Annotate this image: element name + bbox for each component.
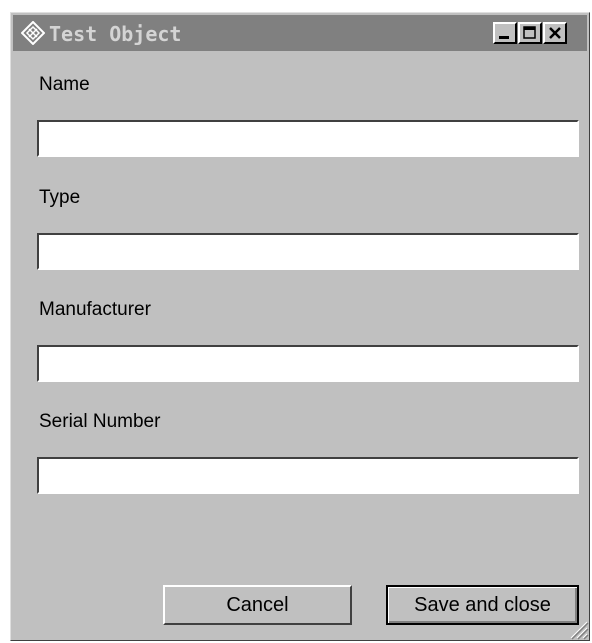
diamond-app-icon <box>21 21 45 45</box>
close-icon <box>549 27 561 39</box>
maximize-button[interactable] <box>518 22 542 44</box>
maximize-icon <box>523 26 536 39</box>
manufacturer-field[interactable] <box>37 345 579 382</box>
test-object-window: Test Object Name Type Manufacturer Seria… <box>10 12 590 641</box>
name-field[interactable] <box>37 120 579 157</box>
save-and-close-button[interactable]: Save and close <box>386 585 579 625</box>
minimize-icon <box>499 36 509 39</box>
window-title: Test Object <box>49 22 182 46</box>
title-bar[interactable]: Test Object <box>13 15 587 51</box>
type-label: Type <box>39 187 81 208</box>
minimize-button[interactable] <box>493 22 517 44</box>
serial-number-label: Serial Number <box>39 411 161 432</box>
type-field[interactable] <box>37 233 579 270</box>
name-label: Name <box>39 74 90 95</box>
resize-grip-icon[interactable] <box>565 616 589 640</box>
serial-number-field[interactable] <box>37 457 579 494</box>
manufacturer-label: Manufacturer <box>39 299 151 320</box>
cancel-button[interactable]: Cancel <box>163 585 352 625</box>
close-button[interactable] <box>543 22 567 44</box>
